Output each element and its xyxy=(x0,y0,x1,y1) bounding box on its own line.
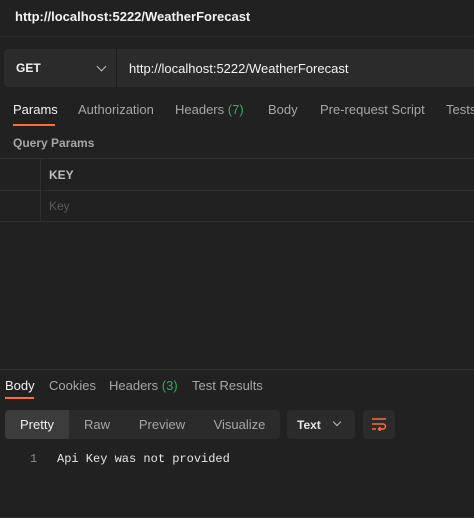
response-tab-cookies[interactable]: Cookies xyxy=(49,378,96,393)
table-border xyxy=(0,158,474,159)
chevron-down-icon xyxy=(96,61,107,72)
response-tab-body[interactable]: Body xyxy=(5,378,35,393)
response-view-toggle: Pretty Raw Preview Visualize xyxy=(5,410,280,439)
wrap-lines-icon xyxy=(372,418,387,431)
response-body-text[interactable]: Api Key was not provided xyxy=(57,452,230,466)
active-response-tab-indicator xyxy=(5,397,34,399)
tab-headers-label: Headers xyxy=(175,102,225,117)
response-tab-headers-label: Headers xyxy=(109,378,159,393)
tab-body[interactable]: Body xyxy=(268,102,298,117)
tab-authorization[interactable]: Authorization xyxy=(78,102,154,117)
chevron-down-icon xyxy=(332,417,342,427)
response-body-line: 1 Api Key was not provided xyxy=(0,452,474,468)
response-tabs: Body Cookies Headers (3) Test Results xyxy=(0,372,474,400)
key-column-header: KEY xyxy=(49,168,74,182)
query-params-table: KEY xyxy=(0,158,474,222)
tab-params[interactable]: Params xyxy=(13,102,58,117)
active-tab-indicator xyxy=(13,124,55,126)
method-label: GET xyxy=(16,61,41,75)
headers-count-badge: (7) xyxy=(227,102,244,117)
visualize-button[interactable]: Visualize xyxy=(199,410,280,439)
request-title: http://localhost:5222/WeatherForecast xyxy=(15,9,251,24)
param-key-input[interactable] xyxy=(41,191,474,221)
request-url-bar: GET xyxy=(4,49,474,87)
response-tab-test-results[interactable]: Test Results xyxy=(192,378,263,393)
tab-headers[interactable]: Headers (7) xyxy=(175,102,244,117)
response-tab-headers[interactable]: Headers (3) xyxy=(109,378,178,393)
format-label: Text xyxy=(297,418,321,432)
preview-button[interactable]: Preview xyxy=(125,410,199,439)
divider xyxy=(0,36,474,37)
method-dropdown[interactable]: GET xyxy=(4,49,117,87)
table-border xyxy=(0,221,474,222)
tab-pre-request-script[interactable]: Pre-request Script xyxy=(320,102,425,117)
response-format-select[interactable]: Text xyxy=(287,410,355,439)
tab-tests[interactable]: Tests xyxy=(446,102,474,117)
raw-button[interactable]: Raw xyxy=(69,410,125,439)
request-tabs: Params Authorization Headers (7) Body Pr… xyxy=(0,96,474,126)
url-input[interactable] xyxy=(118,49,474,87)
line-number: 1 xyxy=(30,452,38,466)
postman-request-panel: http://localhost:5222/WeatherForecast GE… xyxy=(0,0,474,518)
query-params-label: Query Params xyxy=(13,136,95,150)
wrap-lines-button[interactable] xyxy=(363,410,395,439)
pretty-button[interactable]: Pretty xyxy=(5,410,69,439)
response-headers-count-badge: (3) xyxy=(161,378,178,393)
response-divider[interactable] xyxy=(0,369,474,370)
